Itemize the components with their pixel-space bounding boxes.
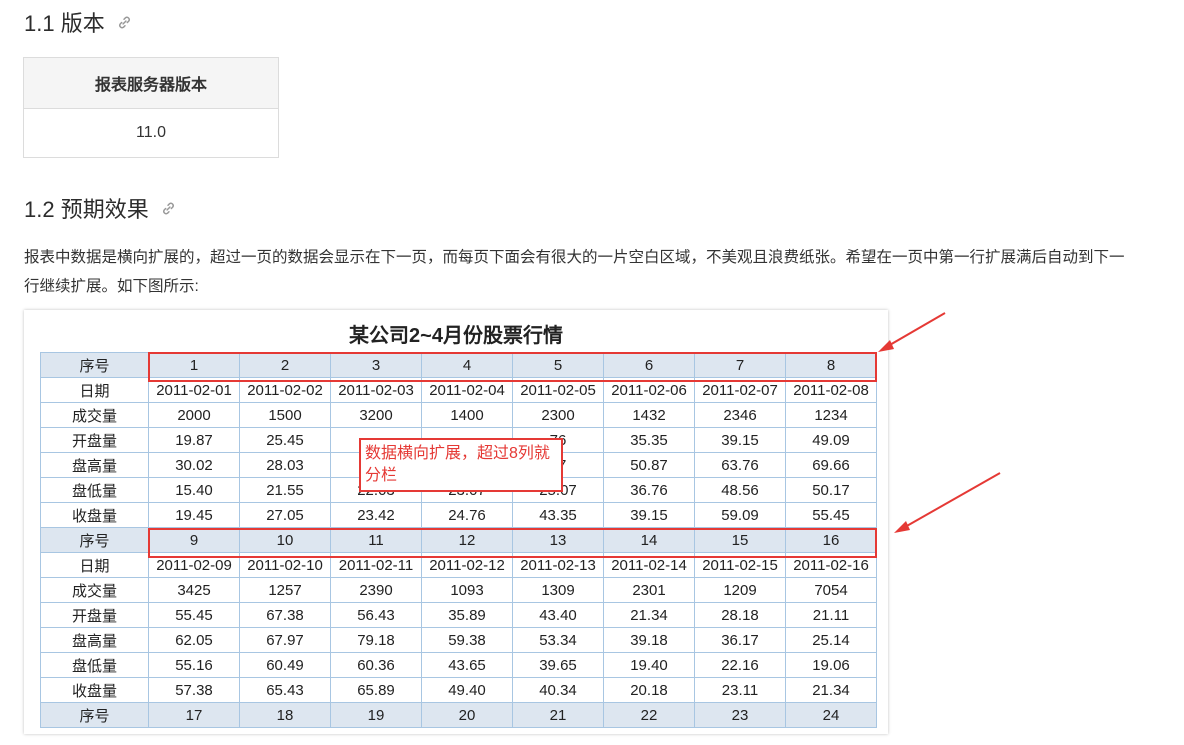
annotation-arrows [878, 312, 1001, 533]
arrow-icon [878, 312, 946, 352]
arrow-icon [894, 472, 1001, 533]
